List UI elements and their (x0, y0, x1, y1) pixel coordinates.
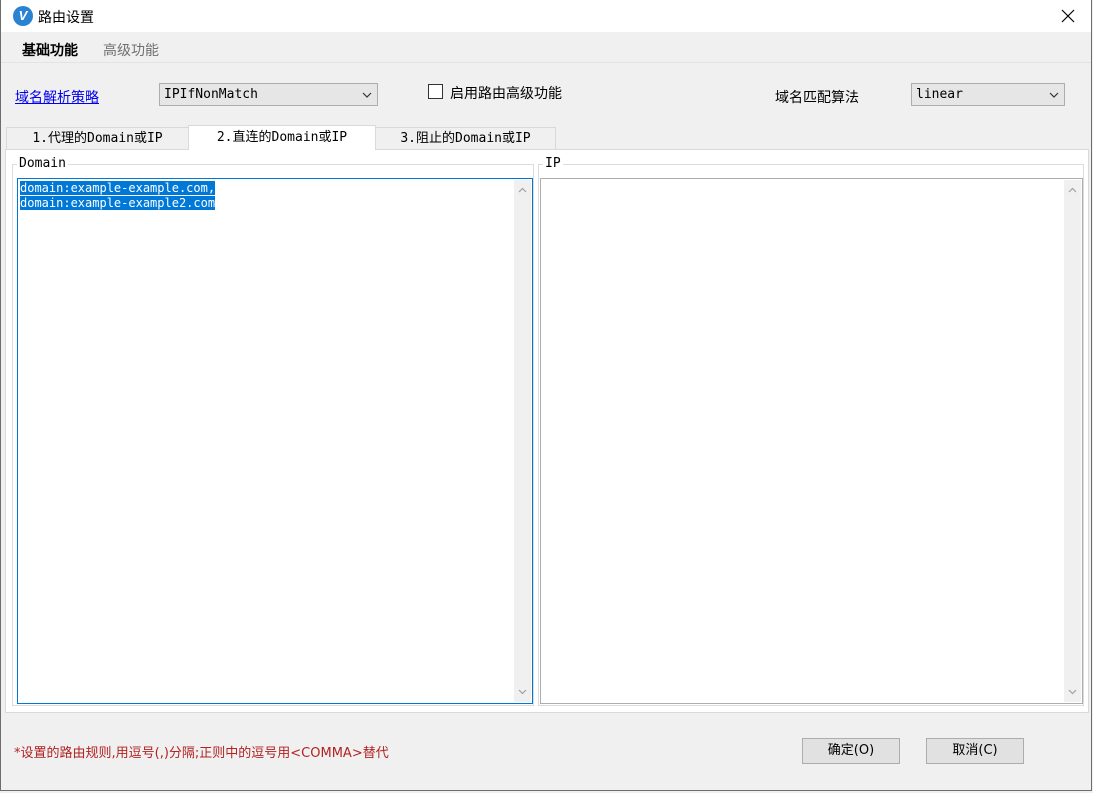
chevron-down-icon (1049, 92, 1059, 98)
checkbox-box[interactable] (428, 84, 443, 99)
tab-panel: Domain domain:example-example.com, domai… (5, 149, 1089, 713)
route-settings-window: V 路由设置 基础功能 高级功能 域名解析策略 IPIfNonMatch 启用路… (0, 0, 1092, 791)
domain-strategy-select[interactable]: IPIfNonMatch (159, 83, 378, 106)
window-title: 路由设置 (38, 10, 94, 26)
domain-matcher-label: 域名匹配算法 (775, 90, 859, 106)
scroll-down-icon[interactable] (1066, 685, 1079, 698)
tab-block[interactable]: 3.阻止的Domain或IP (375, 127, 556, 149)
app-logo-icon: V (13, 6, 33, 26)
ok-button[interactable]: 确定(O) (802, 738, 900, 764)
enable-advanced-label: 启用路由高级功能 (450, 86, 562, 102)
domain-textarea[interactable]: domain:example-example.com, domain:examp… (17, 178, 533, 704)
menu-advanced[interactable]: 高级功能 (103, 40, 159, 60)
menu-bar: 基础功能 高级功能 (1, 33, 1091, 63)
title-bar: V 路由设置 (1, 0, 1091, 32)
tab-direct[interactable]: 2.直连的Domain或IP (188, 125, 376, 150)
domain-group-title: Domain (17, 156, 68, 171)
domain-strategy-link[interactable]: 域名解析策略 (15, 87, 99, 107)
scroll-down-icon[interactable] (516, 685, 529, 698)
domain-matcher-value: linear (916, 87, 963, 102)
scroll-up-icon[interactable] (516, 184, 529, 197)
ip-scrollbar[interactable] (1064, 180, 1081, 702)
ip-textarea[interactable] (540, 178, 1083, 704)
close-button[interactable] (1045, 0, 1091, 32)
ip-groupbox: IP (538, 156, 1084, 706)
domain-line: domain:example-example2.com (20, 196, 216, 210)
domain-strategy-value: IPIfNonMatch (164, 87, 258, 102)
tab-proxy[interactable]: 1.代理的Domain或IP (6, 127, 189, 149)
ip-group-title: IP (543, 156, 563, 171)
domain-scrollbar[interactable] (514, 180, 531, 702)
domain-matcher-select[interactable]: linear (911, 83, 1065, 106)
rules-note: *设置的路由规则,用逗号(,)分隔;正则中的逗号用<COMMA>替代 (14, 746, 389, 761)
domain-groupbox: Domain domain:example-example.com, domai… (12, 156, 534, 706)
chevron-down-icon (362, 92, 372, 98)
domain-line: domain:example-example.com, (20, 181, 216, 195)
scroll-up-icon[interactable] (1066, 184, 1079, 197)
cancel-button[interactable]: 取消(C) (926, 738, 1024, 764)
close-icon (1061, 9, 1075, 23)
menu-basic[interactable]: 基础功能 (22, 40, 78, 60)
